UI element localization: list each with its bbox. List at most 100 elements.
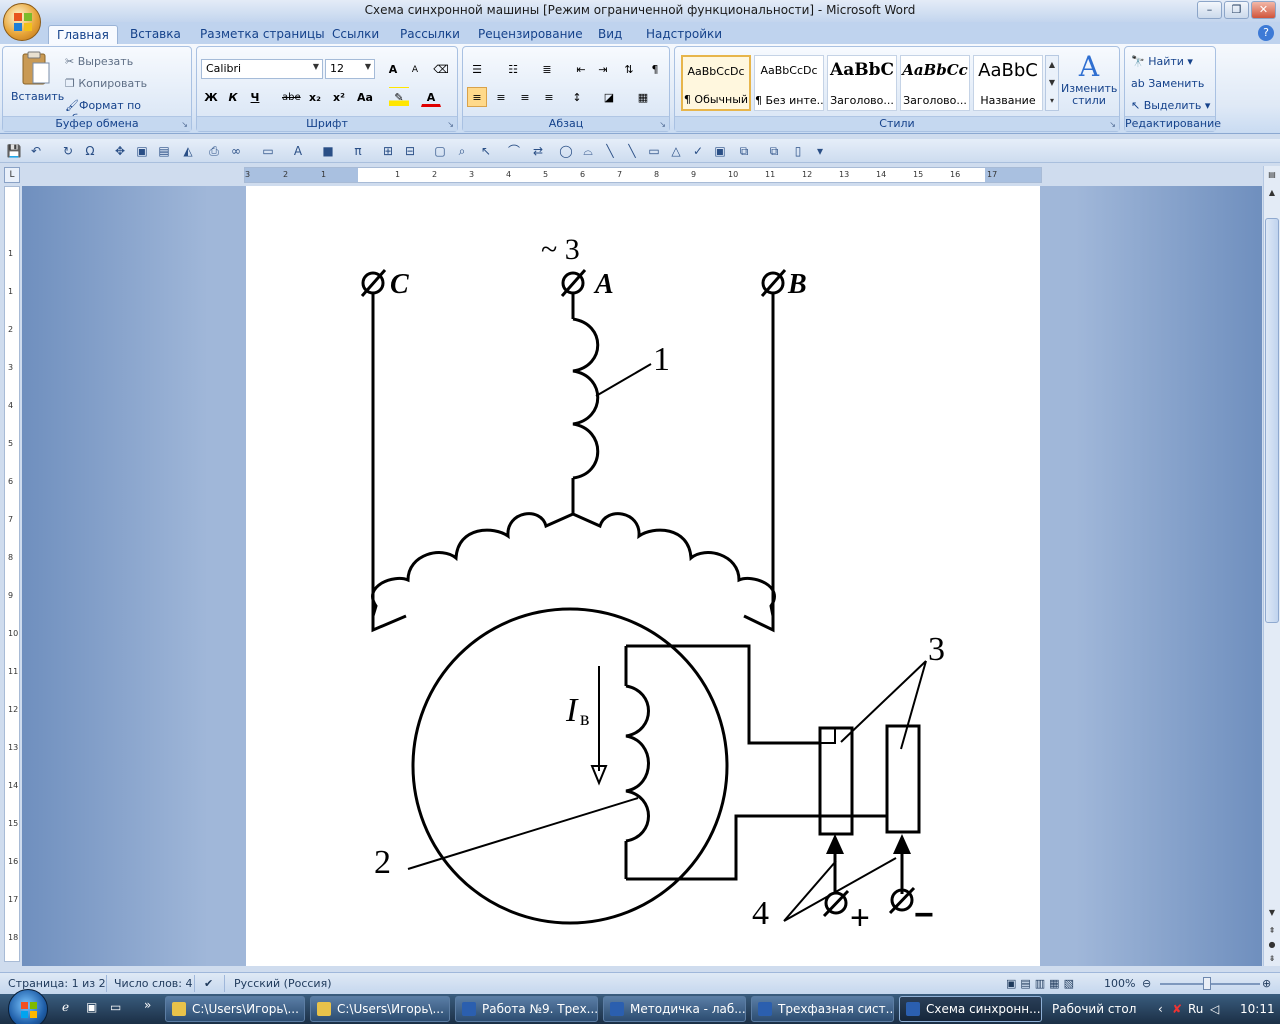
tab-page-layout[interactable]: Разметка страницы xyxy=(192,25,333,44)
tab-addins[interactable]: Надстройки xyxy=(638,25,730,44)
tab-home[interactable]: Главная xyxy=(48,25,118,44)
taskbar-button[interactable]: C:\Users\Игорь\... xyxy=(310,996,450,1022)
office-button[interactable] xyxy=(3,3,41,41)
dialog-launcher-icon[interactable]: ↘ xyxy=(659,120,666,129)
minimize-button[interactable]: – xyxy=(1197,1,1222,19)
fill-icon[interactable]: ■ xyxy=(320,143,336,159)
triangle-icon[interactable]: △ xyxy=(668,143,684,159)
vertical-scrollbar[interactable]: ▤ ▲ ▼ ⇞ ● ⇟ xyxy=(1263,166,1280,966)
link-icon[interactable]: ∞ xyxy=(228,143,244,159)
help-icon[interactable]: ? xyxy=(1258,25,1274,41)
spellcheck-icon[interactable]: ✓ xyxy=(690,143,706,159)
cut-button[interactable]: ✂ Вырезать xyxy=(65,55,133,68)
taskbar-button[interactable]: Работа №9. Трех... xyxy=(455,996,598,1022)
tray-expand-icon[interactable]: ‹ xyxy=(1158,1002,1163,1016)
zoom-slider-thumb[interactable] xyxy=(1203,977,1211,990)
desktop-toolbar[interactable]: Рабочий стол xyxy=(1052,1002,1136,1016)
shapes-icon[interactable]: ◭ xyxy=(180,143,196,159)
paste-button[interactable]: Вставить xyxy=(11,51,64,115)
wordart-icon[interactable]: A xyxy=(290,143,306,159)
antivirus-icon[interactable]: ✘ xyxy=(1172,1002,1182,1016)
pointer-icon[interactable]: ↖ xyxy=(478,143,494,159)
change-styles-button[interactable]: A Изменить стили xyxy=(1061,51,1117,117)
curve-icon[interactable]: ⌒ xyxy=(506,143,522,159)
horizontal-ruler[interactable]: 3 2 1 1 2 3 4 5 6 7 8 9 10 11 12 13 14 15 16 17 xyxy=(244,167,1042,183)
omega-icon[interactable]: Ω xyxy=(82,143,98,159)
connector-icon[interactable]: ⇄ xyxy=(530,143,546,159)
dialog-launcher-icon[interactable]: ↘ xyxy=(447,120,454,129)
start-button[interactable] xyxy=(8,989,48,1024)
copy-button[interactable]: ❐ Копировать xyxy=(65,77,147,90)
picture-icon[interactable]: ▣ xyxy=(134,143,150,159)
sort-button[interactable]: ⇅ xyxy=(619,59,639,79)
oval-icon[interactable]: ◯ xyxy=(558,143,574,159)
style-heading-2[interactable]: AaBbCc Заголово... xyxy=(900,55,970,111)
textbox-icon[interactable]: ▭ xyxy=(260,143,276,159)
show-marks-button[interactable]: ¶ xyxy=(645,59,665,79)
taskbar-button[interactable]: Схема синхронн... xyxy=(899,996,1042,1022)
align-center-button[interactable]: ≡ xyxy=(491,87,511,107)
word-count[interactable]: Число слов: 4 xyxy=(114,977,193,990)
quicklaunch-ie-icon[interactable]: ℯ xyxy=(62,1000,69,1014)
prev-page-icon[interactable]: ⇞ xyxy=(1265,924,1279,938)
volume-icon[interactable]: ◁ xyxy=(1210,1002,1219,1016)
scroll-up-icon[interactable]: ▲ xyxy=(1265,186,1279,200)
page-count[interactable]: Страница: 1 из 2 xyxy=(8,977,106,990)
rectangle-icon[interactable]: ▭ xyxy=(646,143,662,159)
quicklaunch-more-icon[interactable]: » xyxy=(144,998,151,1012)
style-normal[interactable]: AaBbCcDc ¶ Обычный xyxy=(681,55,751,111)
italic-button[interactable]: К xyxy=(223,87,243,107)
scroll-down-icon[interactable]: ▼ xyxy=(1265,906,1279,920)
vertical-ruler[interactable]: 112345678910111213141516171819 xyxy=(4,186,20,980)
numbering-button[interactable]: ☷ xyxy=(503,59,523,79)
undo-icon[interactable]: ↶ xyxy=(28,143,44,159)
justify-button[interactable]: ≡ xyxy=(539,87,559,107)
taskbar-button[interactable]: Методичка - лаб... xyxy=(603,996,746,1022)
quicklaunch-switch-icon[interactable]: ▣ xyxy=(86,1000,97,1014)
document-page[interactable]: ~ 3 C A B 1 3 2 4 I в + − xyxy=(246,186,1040,966)
decrease-indent-button[interactable]: ⇤ xyxy=(571,59,591,79)
zoom-level[interactable]: 100% xyxy=(1104,977,1135,990)
print-icon[interactable]: ⎙ xyxy=(206,143,222,159)
font-color-button[interactable]: A xyxy=(421,87,441,107)
box-icon[interactable]: ▣ xyxy=(712,143,728,159)
subscript-button[interactable]: x₂ xyxy=(305,87,325,107)
maximize-button[interactable]: ❐ xyxy=(1224,1,1249,19)
tab-selector[interactable]: L xyxy=(4,167,20,183)
group-icon[interactable]: ⊞ xyxy=(380,143,396,159)
shading-button[interactable]: ◪ xyxy=(599,87,619,107)
layers-icon[interactable]: ⧉ xyxy=(766,143,782,159)
customize-icon[interactable]: ▾ xyxy=(812,143,828,159)
shrink-font-button[interactable]: A xyxy=(405,59,425,79)
tab-insert[interactable]: Вставка xyxy=(122,25,189,44)
line-icon[interactable]: ╲ xyxy=(602,143,618,159)
tab-view[interactable]: Вид xyxy=(590,25,630,44)
save-icon[interactable]: 💾 xyxy=(6,143,22,159)
ungroup-icon[interactable]: ⊟ xyxy=(402,143,418,159)
tab-mailings[interactable]: Рассылки xyxy=(392,25,468,44)
multilevel-button[interactable]: ≣ xyxy=(537,59,557,79)
styles-scroll[interactable]: ▲ ▼ ▾ xyxy=(1045,55,1059,111)
close-button[interactable]: ✕ xyxy=(1251,1,1276,19)
style-no-spacing[interactable]: AaBbCcDc ¶ Без инте... xyxy=(754,55,824,111)
line2-icon[interactable]: ╲ xyxy=(624,143,640,159)
ruler-toggle-icon[interactable]: ▤ xyxy=(1265,168,1279,182)
line-spacing-button[interactable]: ↕ xyxy=(567,87,587,107)
underline-button[interactable]: Ч xyxy=(245,87,265,107)
move-icon[interactable]: ✥ xyxy=(112,143,128,159)
tab-review[interactable]: Рецензирование xyxy=(470,25,591,44)
browse-object-icon[interactable]: ● xyxy=(1265,938,1279,952)
page-icon[interactable]: ▯ xyxy=(790,143,806,159)
align-right-button[interactable]: ≡ xyxy=(515,87,535,107)
language[interactable]: Русский (Россия) xyxy=(234,977,332,990)
increase-indent-button[interactable]: ⇥ xyxy=(593,59,613,79)
tab-references[interactable]: Ссылки xyxy=(324,25,387,44)
find-button[interactable]: 🔭 Найти ▾ xyxy=(1131,55,1193,68)
frame-icon[interactable]: ▢ xyxy=(432,143,448,159)
bullets-button[interactable]: ☰ xyxy=(467,59,487,79)
bold-button[interactable]: Ж xyxy=(201,87,221,107)
dialog-launcher-icon[interactable]: ↘ xyxy=(181,120,188,129)
chart-icon[interactable]: ▤ xyxy=(156,143,172,159)
superscript-button[interactable]: x² xyxy=(329,87,349,107)
pi-icon[interactable]: π xyxy=(350,143,366,159)
